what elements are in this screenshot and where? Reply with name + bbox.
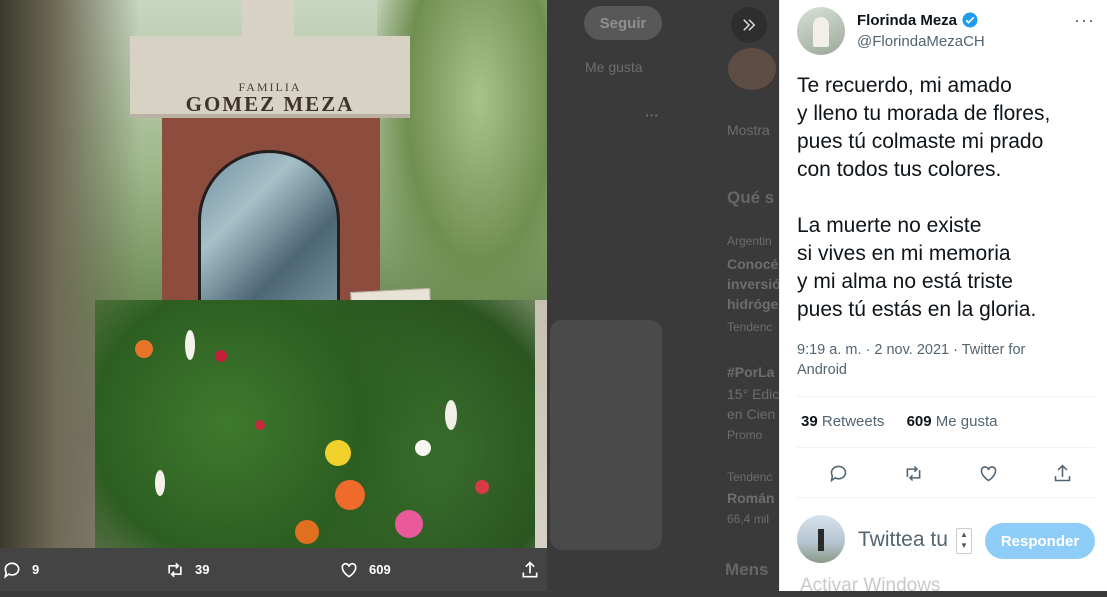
tweet-line: y lleno tu morada de flores, <box>797 102 1051 125</box>
verified-badge-icon <box>962 12 978 28</box>
dimmed-avatar <box>728 48 776 90</box>
likes-stat[interactable]: 609 Me gusta <box>907 413 998 430</box>
like-button[interactable] <box>973 458 1003 488</box>
reply-input[interactable]: Twittea tu <box>858 528 948 552</box>
dimmed-promo: Promo <box>727 428 763 442</box>
tweet-line: con todos tus colores. <box>797 158 1002 181</box>
retweets-label: Retweets <box>821 413 885 430</box>
tweet-text: Te recuerdo, mi amado y lleno tu morada … <box>797 72 1097 324</box>
share-icon <box>1054 464 1070 481</box>
photo-like-count: 609 <box>369 562 391 577</box>
dimmed-trend-line1: Conocé <box>727 256 779 272</box>
tweet-line: pues tú colmaste mi prado <box>797 130 1044 153</box>
tweet-line: Te recuerdo, mi amado <box>797 74 1012 97</box>
tomb-inscription-name: GOMEZ MEZA <box>185 92 355 116</box>
dimmed-media-card <box>550 320 662 550</box>
timestamp-line1: 9:19 a. m. · 2 nov. 2021 · Twitter for <box>797 342 1026 358</box>
tweet-timestamp[interactable]: 9:19 a. m. · 2 nov. 2021 · Twitter for A… <box>797 340 1087 380</box>
follow-button[interactable]: Seguir <box>584 6 662 40</box>
tweet-line: si vives en mi memoria <box>797 242 1011 265</box>
dimmed-edition: 15° Edic <box>727 386 780 402</box>
dimmed-what-heading: Qué s <box>727 188 775 207</box>
tweet-photo[interactable]: FAMILIA GOMEZ MEZA <box>0 0 547 548</box>
dimmed-science: en Cien <box>727 406 776 422</box>
double-chevron-right-icon <box>743 19 756 31</box>
divider <box>797 497 1095 498</box>
more-options-icon[interactable]: ··· <box>1074 10 1095 31</box>
heart-icon <box>341 562 357 578</box>
dimmed-like-text: Me gusta <box>585 59 643 75</box>
tweet-line: pues tú estás en la gloria. <box>797 298 1037 321</box>
reply-icon <box>4 561 20 579</box>
heart-icon <box>980 465 996 481</box>
dimmed-trend-label1: Tendenc <box>727 320 773 334</box>
author-avatar[interactable] <box>797 7 845 55</box>
retweets-stat[interactable]: 39 Retweets <box>801 413 884 430</box>
photo-retweet-count: 39 <box>195 562 210 577</box>
author-handle[interactable]: @FlorindaMezaCH <box>857 33 985 50</box>
timestamp-line2: Android <box>797 362 847 378</box>
dimmed-trend-roman: Román <box>727 490 775 506</box>
retweet-button[interactable] <box>898 458 928 488</box>
dimmed-trend-line3: hidróge <box>727 296 779 312</box>
tomb-cross <box>242 0 294 40</box>
dimmed-hashtag: #PorLa <box>727 364 775 380</box>
divider <box>797 396 1095 397</box>
author-name[interactable]: Florinda Meza <box>857 11 979 29</box>
photo-like-button[interactable]: 609 <box>339 548 391 591</box>
dimmed-more-icon: ··· <box>645 107 659 123</box>
retweets-count: 39 <box>801 413 818 430</box>
user-avatar[interactable] <box>797 515 845 563</box>
reply-button[interactable] <box>823 458 853 488</box>
author-name-text: Florinda Meza <box>857 11 958 29</box>
retweet-icon <box>906 465 920 481</box>
photo-action-bar: 9 39 609 <box>0 548 547 591</box>
dimmed-trend-label2: Tendenc <box>727 470 773 484</box>
tweet-actions <box>797 458 1095 488</box>
reply-submit-button[interactable]: Responder <box>985 523 1095 559</box>
share-button[interactable] <box>1047 458 1077 488</box>
flower-arrangement <box>95 300 535 548</box>
share-icon <box>522 560 538 577</box>
likes-count: 609 <box>906 413 932 430</box>
photo-reply-count: 9 <box>32 562 40 577</box>
dimmed-show-text: Mostra <box>727 122 770 138</box>
scroll-stepper[interactable]: ▲ ▼ <box>956 528 972 554</box>
dimmed-trend-line2: inversió <box>727 276 781 292</box>
photo-reply-button[interactable]: 9 <box>2 548 39 591</box>
expand-button[interactable] <box>731 7 767 43</box>
tweet-stats: 39 Retweets 609 Me gusta <box>801 413 997 430</box>
tweet-line: La muerte no existe <box>797 214 982 237</box>
tweet-detail-panel: Florinda Meza @FlorindaMezaCH ··· Te rec… <box>779 0 1107 596</box>
tweet-line: y mi alma no está triste <box>797 270 1013 293</box>
photo-retweet-button[interactable]: 39 <box>165 548 209 591</box>
likes-label: Me gusta <box>935 413 998 430</box>
reply-icon <box>829 465 846 482</box>
dimmed-trend-location: Argentin <box>727 234 772 248</box>
dimmed-trend-count: 66,4 mil <box>727 512 770 526</box>
dimmed-messages-heading: Mens <box>725 560 769 579</box>
divider <box>797 447 1095 448</box>
photo-share-button[interactable] <box>520 548 550 591</box>
retweet-icon <box>168 562 182 577</box>
windows-activation-watermark: Activar Windows <box>800 575 941 596</box>
